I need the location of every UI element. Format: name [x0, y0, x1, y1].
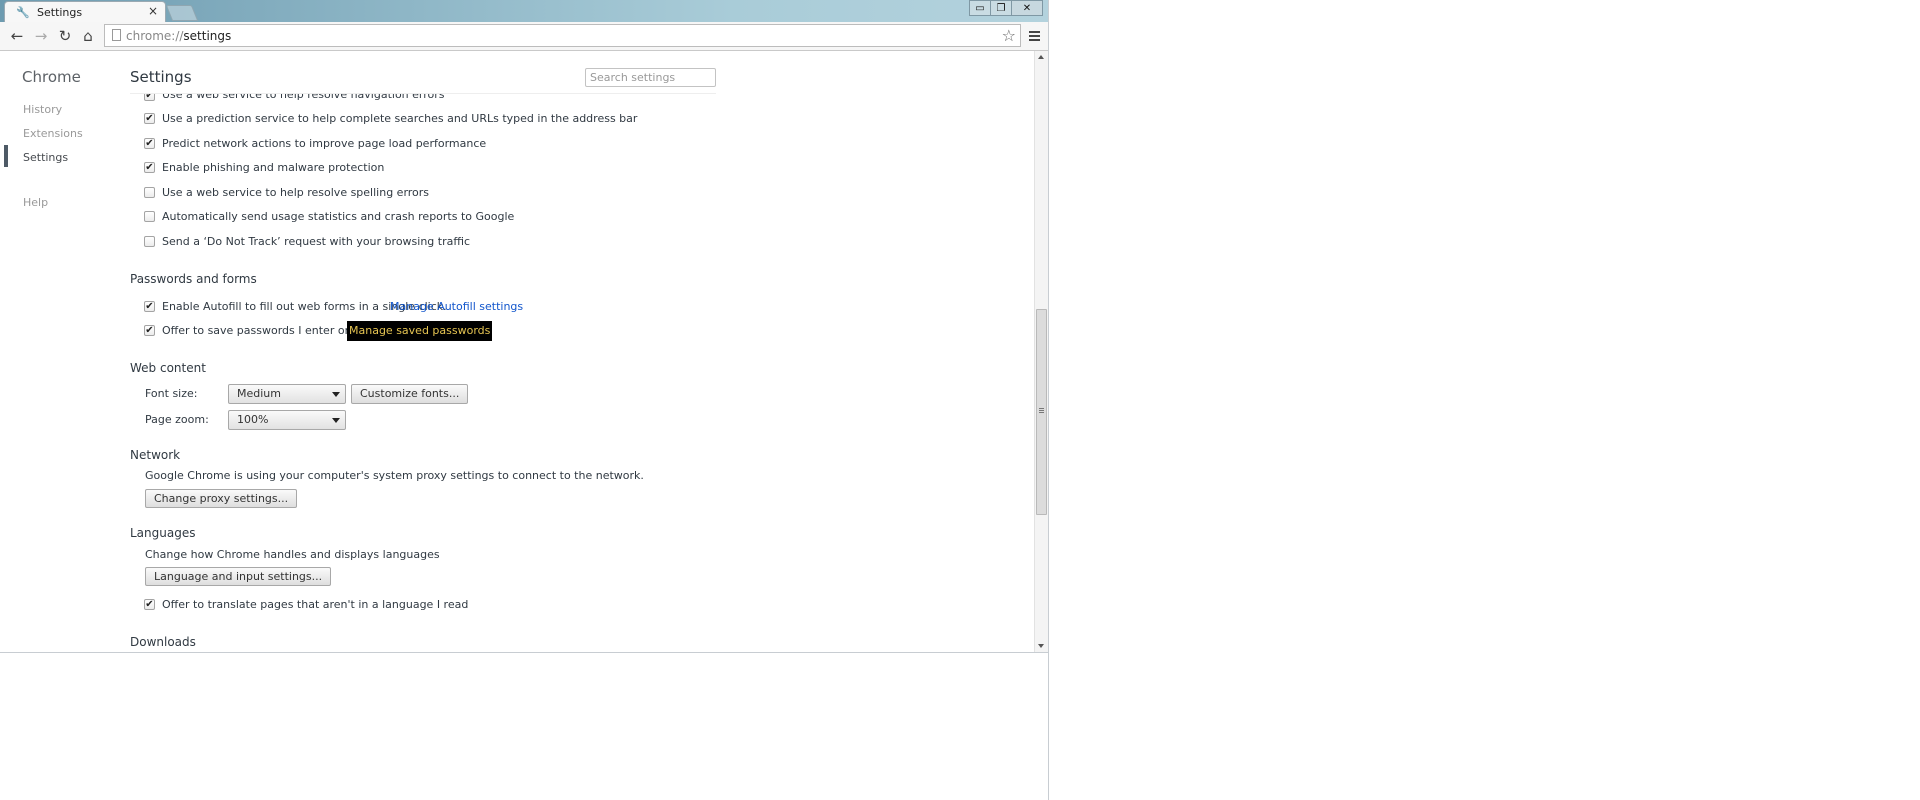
checkbox-label: Offer to translate pages that aren't in … — [162, 598, 469, 611]
checkbox-offer-translate[interactable]: ✔ — [144, 599, 155, 610]
checkbox-label: Enable phishing and malware protection — [162, 161, 385, 174]
url-host: settings — [183, 29, 232, 43]
page-icon — [112, 29, 121, 41]
nav-item-history[interactable]: History — [23, 103, 62, 116]
minimize-icon[interactable]: ▭ — [969, 0, 991, 16]
scroll-up-icon[interactable] — [1038, 55, 1044, 59]
checkbox-label: Send a ‘Do Not Track’ request with your … — [162, 235, 471, 248]
chrome-menu-icon[interactable] — [1027, 26, 1043, 46]
checkbox-save-passwords[interactable]: ✔ — [144, 325, 155, 336]
customize-fonts-button[interactable]: Customize fonts... — [351, 384, 469, 404]
section-title-languages: Languages — [130, 526, 196, 540]
home-icon[interactable]: ⌂ — [78, 26, 98, 46]
checkbox-label: Automatically send usage statistics and … — [162, 210, 515, 223]
checkbox-predict-network[interactable]: ✔ — [144, 138, 155, 149]
checkbox-label: Use a prediction service to help complet… — [162, 112, 638, 125]
grip-icon — [1039, 408, 1044, 409]
window-bottom-border — [0, 652, 1048, 653]
nav-selected-marker — [4, 145, 8, 167]
back-icon[interactable]: ← — [7, 26, 27, 46]
section-title-network: Network — [130, 448, 181, 462]
checkbox-phishing-protection[interactable]: ✔ — [144, 162, 155, 173]
header-divider — [130, 93, 716, 94]
chevron-down-icon — [332, 418, 340, 423]
change-proxy-button[interactable]: Change proxy settings... — [145, 489, 298, 508]
nav-item-settings[interactable]: Settings — [23, 151, 68, 164]
checkbox-do-not-track[interactable] — [144, 236, 155, 247]
checkbox-label: Use a web service to help resolve spelli… — [162, 186, 430, 199]
settings-page: Chrome History Extensions Settings Help … — [0, 51, 1034, 652]
manage-passwords-link[interactable]: Manage saved passwords — [347, 321, 493, 341]
language-settings-button[interactable]: Language and input settings... — [145, 567, 332, 586]
nav-item-extensions[interactable]: Extensions — [23, 127, 83, 140]
window-right-border — [1048, 0, 1049, 800]
omnibox-url[interactable]: chrome://settings — [126, 29, 231, 43]
font-size-label: Font size: — [145, 387, 198, 400]
bookmark-star-icon[interactable]: ☆ — [1002, 25, 1016, 47]
restore-icon[interactable]: ❐ — [990, 0, 1012, 16]
languages-description: Change how Chrome handles and displays l… — [145, 548, 440, 561]
search-input[interactable]: Search settings — [585, 68, 716, 87]
nav-item-help[interactable]: Help — [23, 196, 48, 209]
checkbox-label: Predict network actions to improve page … — [162, 137, 487, 150]
chevron-down-icon — [332, 392, 340, 397]
tab-title: Settings — [37, 6, 83, 19]
scroll-down-icon[interactable] — [1038, 644, 1044, 648]
forward-icon[interactable]: → — [31, 26, 51, 46]
tab-settings[interactable]: 🔧 Settings × — [4, 1, 166, 22]
wrench-icon: 🔧 — [16, 6, 30, 19]
tab-strip: 🔧 Settings × ▭ ❐ ✕ — [0, 0, 1048, 22]
section-title-web-content: Web content — [130, 361, 206, 375]
tab-close-icon[interactable]: × — [148, 5, 158, 17]
manage-autofill-link[interactable]: Manage Autofill settings — [390, 300, 523, 313]
page-title: Settings — [130, 68, 192, 86]
omnibox[interactable]: chrome://settings ☆ — [104, 24, 1021, 47]
font-size-select[interactable]: Medium — [228, 384, 346, 404]
vertical-scrollbar[interactable] — [1034, 51, 1048, 652]
section-title-passwords: Passwords and forms — [130, 272, 257, 286]
browser-window: 🔧 Settings × ▭ ❐ ✕ ← → ↻ ⌂ chrome://sett… — [0, 0, 1048, 800]
checkbox-usage-statistics[interactable] — [144, 211, 155, 222]
scrollbar-thumb[interactable] — [1036, 309, 1047, 515]
checkbox-autofill[interactable]: ✔ — [144, 301, 155, 312]
page-zoom-label: Page zoom: — [145, 413, 209, 426]
nav-title: Chrome — [22, 68, 81, 86]
page-zoom-select[interactable]: 100% — [228, 410, 346, 430]
reload-icon[interactable]: ↻ — [55, 26, 75, 46]
checkbox-spelling-service[interactable] — [144, 187, 155, 198]
toolbar: ← → ↻ ⌂ chrome://settings ☆ — [0, 22, 1048, 51]
section-title-downloads: Downloads — [130, 635, 196, 649]
close-window-icon[interactable]: ✕ — [1011, 0, 1043, 16]
checkbox-prediction-service[interactable]: ✔ — [144, 113, 155, 124]
page-zoom-value: 100% — [237, 413, 269, 426]
url-scheme: chrome:// — [126, 29, 184, 43]
new-tab-button[interactable] — [165, 5, 199, 21]
font-size-value: Medium — [237, 387, 281, 400]
network-description: Google Chrome is using your computer's s… — [145, 469, 644, 482]
